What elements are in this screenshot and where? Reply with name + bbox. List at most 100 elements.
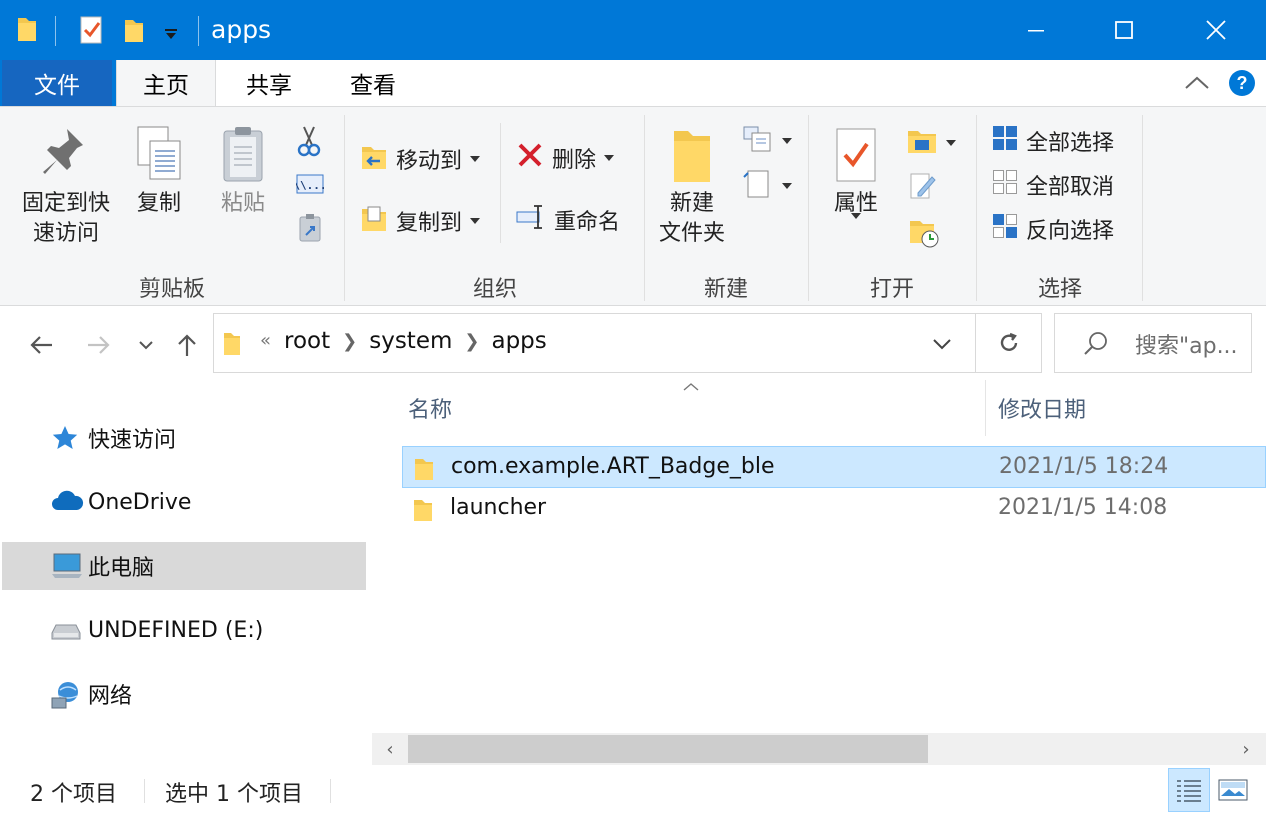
breadcrumb: root ❯ system ❯ apps — [284, 328, 547, 354]
folder-icon — [413, 456, 435, 486]
file-name: launcher — [450, 495, 547, 520]
open-button[interactable] — [906, 127, 956, 159]
tab-home[interactable]: 主页 — [116, 60, 216, 106]
copy-to-label: 复制到 — [396, 211, 463, 236]
chevron-right-icon[interactable]: ❯ — [342, 331, 357, 352]
group-separator — [1142, 115, 1143, 301]
move-to-button[interactable]: 移动到 — [360, 141, 481, 177]
navigation-pane: 快速访问 OneDrive 此电脑 UNDEFINED (E:) 网络 — [0, 380, 372, 765]
nav-item-this-pc[interactable]: 此电脑 — [2, 542, 366, 590]
refresh-icon — [1000, 332, 1017, 351]
select-all-icon — [992, 125, 1018, 157]
open-folder-icon — [906, 127, 938, 159]
new-folder-icon[interactable] — [123, 14, 145, 48]
tab-view[interactable]: 查看 — [322, 60, 424, 106]
new-folder-big-icon — [650, 125, 734, 189]
details-view-button[interactable] — [1168, 768, 1210, 812]
maximize-button[interactable] — [1078, 0, 1170, 60]
nav-item-drive-e[interactable]: UNDEFINED (E:) — [2, 606, 366, 654]
horizontal-scrollbar[interactable]: ‹ › — [372, 733, 1266, 765]
move-to-dropdown-icon — [470, 156, 481, 162]
address-bar[interactable]: « root ❯ system ❯ apps — [213, 313, 976, 373]
quick-access-separator — [55, 16, 56, 46]
copy-to-button[interactable]: 复制到 — [360, 203, 481, 239]
close-button[interactable] — [1170, 0, 1262, 60]
title-separator — [198, 16, 199, 46]
easy-access-button[interactable] — [742, 169, 792, 203]
refresh-button[interactable] — [976, 313, 1042, 373]
window-title: apps — [211, 15, 272, 44]
select-all-label: 全部选择 — [1026, 131, 1115, 156]
column-divider[interactable] — [985, 380, 986, 436]
minimize-button[interactable] — [990, 0, 1082, 60]
nav-item-quick-access[interactable]: 快速访问 — [2, 414, 366, 462]
file-list: 名称 修改日期 com.example.ART_Badge_ble 2021/1… — [372, 380, 1266, 765]
history-icon[interactable] — [908, 217, 940, 253]
copy-path-icon[interactable]: \\... — [293, 173, 327, 199]
breadcrumb-overflow[interactable]: « — [260, 330, 271, 351]
chevron-right-icon[interactable]: ❯ — [464, 331, 479, 352]
organize-inner-separator — [500, 123, 501, 243]
up-button[interactable] — [170, 328, 204, 362]
recent-locations-button[interactable] — [132, 328, 160, 362]
collapse-ribbon-icon[interactable] — [1182, 72, 1212, 98]
title-bar: apps — [0, 0, 1266, 60]
customize-quick-access-icon[interactable] — [164, 26, 178, 60]
new-item-icon — [742, 125, 774, 157]
easy-access-icon — [742, 169, 774, 203]
back-button[interactable] — [24, 328, 58, 362]
delete-label: 删除 — [552, 148, 597, 173]
rename-button[interactable]: 重命名 — [516, 203, 620, 237]
tab-file[interactable]: 文件 — [2, 60, 112, 106]
scroll-left-icon[interactable]: ‹ — [380, 737, 400, 761]
folder-icon — [412, 497, 434, 527]
delete-button[interactable]: 删除 — [516, 141, 615, 175]
large-icons-view-button[interactable] — [1212, 768, 1254, 812]
status-separator — [330, 779, 331, 803]
drive-icon — [50, 622, 82, 647]
paste-button[interactable]: 粘贴 — [210, 125, 276, 219]
address-history-dropdown-icon[interactable] — [932, 336, 952, 355]
network-icon — [50, 680, 84, 716]
scissors-icon[interactable] — [296, 125, 322, 161]
pin-to-quick-access-button[interactable]: 固定到快 速访问 — [12, 125, 120, 249]
forward-arrow-icon — [88, 336, 110, 354]
file-modified-date: 2021/1/5 14:08 — [998, 495, 1168, 520]
details-view-icon — [1177, 780, 1201, 802]
table-row[interactable]: com.example.ART_Badge_ble 2021/1/5 18:24 — [402, 446, 1266, 488]
invert-selection-button[interactable]: 反向选择 — [992, 213, 1114, 245]
new-item-button[interactable] — [742, 125, 792, 157]
forward-button[interactable] — [82, 328, 116, 362]
copy-button[interactable]: 复制 — [126, 125, 192, 219]
nav-item-onedrive[interactable]: OneDrive — [2, 478, 366, 526]
breadcrumb-system[interactable]: system — [369, 328, 452, 354]
new-folder-label-line2: 文件夹 — [658, 221, 725, 246]
new-item-dropdown-icon — [782, 138, 792, 144]
properties-check-icon[interactable] — [79, 14, 105, 48]
new-folder-button[interactable]: 新建 文件夹 — [650, 125, 734, 249]
copy-label: 复制 — [136, 191, 181, 216]
open-group-label: 打开 — [869, 277, 914, 302]
select-none-button[interactable]: 全部取消 — [992, 169, 1114, 201]
properties-button[interactable]: 属性 — [820, 125, 892, 219]
paste-shortcut-icon[interactable] — [298, 213, 322, 247]
invert-selection-label: 反向选择 — [1026, 219, 1115, 244]
search-box[interactable]: 搜索"ap... — [1054, 313, 1252, 373]
column-header-date-modified[interactable]: 修改日期 — [998, 380, 1258, 436]
scrollbar-thumb[interactable] — [408, 735, 928, 763]
search-placeholder: 搜索"ap... — [1135, 334, 1238, 359]
star-icon — [50, 424, 80, 458]
table-row[interactable]: launcher 2021/1/5 14:08 — [402, 488, 1266, 530]
select-all-button[interactable]: 全部选择 — [992, 125, 1114, 157]
computer-icon — [50, 552, 84, 586]
breadcrumb-apps[interactable]: apps — [491, 328, 546, 354]
edit-icon[interactable] — [908, 171, 938, 205]
column-header-name[interactable]: 名称 — [408, 380, 968, 436]
help-icon[interactable]: ? — [1227, 68, 1257, 102]
nav-item-network[interactable]: 网络 — [2, 670, 366, 718]
properties-icon — [820, 125, 892, 189]
nav-item-label: 快速访问 — [88, 428, 177, 453]
breadcrumb-root[interactable]: root — [284, 328, 330, 354]
tab-share[interactable]: 共享 — [220, 60, 318, 106]
scroll-right-icon[interactable]: › — [1236, 737, 1256, 761]
